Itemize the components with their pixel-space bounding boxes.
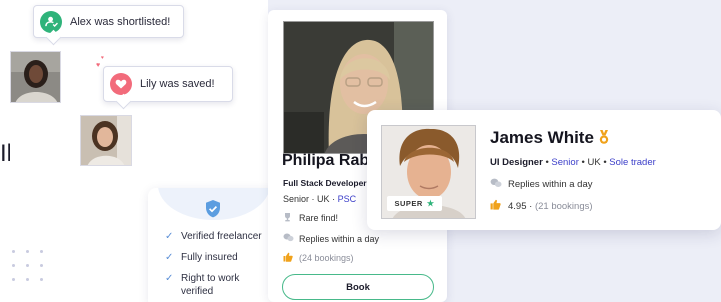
chat-icon — [490, 178, 508, 191]
profile-meta-philipa: Senior · UK · PSC — [283, 194, 357, 204]
check-icon: ✓ — [165, 273, 174, 284]
check-icon: ✓ — [165, 252, 174, 263]
profile-bookings-philipa: (24 bookings) — [283, 252, 354, 264]
heart-sparkle-icon: ♥ — [101, 55, 104, 61]
star-icon: ★ — [426, 199, 435, 208]
profile-name-philipa: Philipa Rabb — [282, 152, 379, 169]
verification-card: ✓ Verified freelancer ✓ Fully insured ✓ … — [148, 188, 280, 302]
verification-item: ✓ Fully insured — [165, 252, 238, 263]
check-icon: ✓ — [165, 231, 174, 242]
verification-item: ✓ Verified freelancer — [165, 231, 262, 242]
heart-sparkle-icon: ♥ — [96, 62, 101, 69]
avatar-alex — [10, 51, 61, 103]
cropped-heading-text: Il — [0, 140, 10, 167]
profile-card-james[interactable]: SUPER ★ James White UI Designer • Senior… — [367, 110, 721, 230]
toast-saved: Lily was saved! — [103, 66, 233, 102]
toast-shortlisted: Alex was shortlisted! — [33, 5, 184, 38]
toast-shortlisted-text: Alex was shortlisted! — [70, 15, 171, 28]
profile-role-philipa: Full Stack Developer — [283, 178, 367, 188]
medal-icon — [598, 130, 610, 148]
heart-icon — [110, 73, 132, 95]
verification-item: ✓ Right to work verified — [165, 273, 240, 297]
chat-icon — [283, 233, 299, 244]
profile-rating-james: 4.95 · (21 bookings) — [490, 199, 593, 213]
profile-name-james: James White — [490, 128, 594, 147]
shield-check-icon — [204, 199, 222, 224]
profile-rare-find: Rare find! — [283, 212, 338, 224]
profile-meta-james: UI Designer • Senior • UK • Sole trader — [490, 157, 656, 168]
thumbs-up-icon — [490, 199, 508, 213]
thumbs-up-icon — [283, 252, 299, 264]
trophy-icon — [283, 212, 299, 224]
book-button[interactable]: Book — [282, 274, 434, 300]
user-check-icon — [40, 10, 62, 33]
profile-replies-philipa: Replies within a day — [283, 233, 379, 244]
toast-saved-text: Lily was saved! — [140, 78, 215, 90]
avatar-lily — [80, 115, 132, 166]
profile-replies-james: Replies within a day — [490, 178, 593, 191]
verification-list: ✓ Verified freelancer ✓ Fully insured ✓ … — [165, 230, 262, 302]
super-badge: SUPER ★ — [387, 196, 442, 211]
